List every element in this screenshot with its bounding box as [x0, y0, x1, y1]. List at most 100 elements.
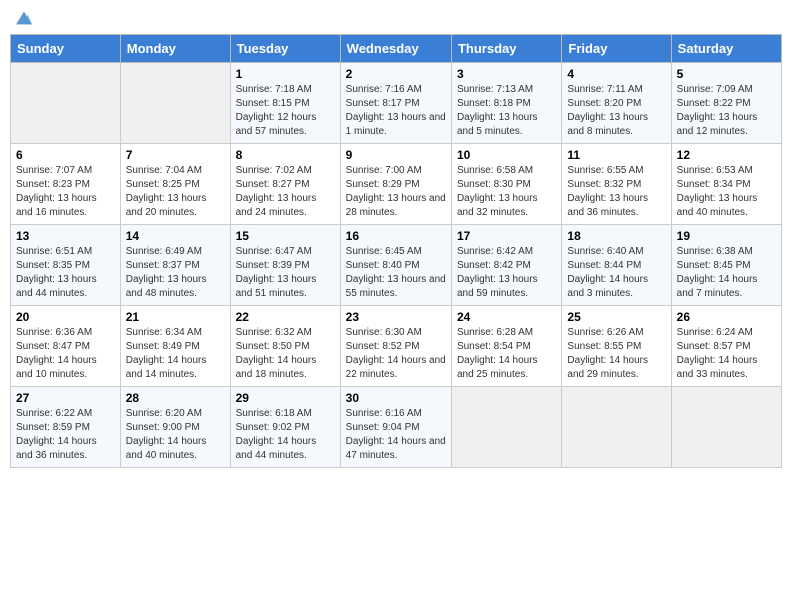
header-day: Monday: [120, 35, 230, 63]
day-number: 10: [457, 148, 556, 162]
day-number: 26: [677, 310, 776, 324]
day-number: 29: [236, 391, 335, 405]
calendar-cell: [671, 387, 781, 468]
day-number: 28: [126, 391, 225, 405]
header-row: SundayMondayTuesdayWednesdayThursdayFrid…: [11, 35, 782, 63]
calendar-week-row: 20 Sunrise: 6:36 AMSunset: 8:47 PMDayligh…: [11, 306, 782, 387]
calendar-cell: 6Sunrise: 7:07 AMSunset: 8:23 PMDaylight…: [11, 144, 121, 225]
day-number: 1: [236, 67, 335, 81]
header-day: Friday: [562, 35, 671, 63]
day-number: 11: [567, 148, 665, 162]
day-info: Sunrise: 6:53 AMSunset: 8:34 PMDaylight:…: [677, 164, 776, 220]
day-number: 9: [346, 148, 446, 162]
day-info: Sunrise: 6:32 AMSunset: 8:50 PMDaylight:…: [236, 326, 335, 382]
day-number: 15: [236, 229, 335, 243]
day-info: Sunrise: 6:38 AMSunset: 8:45 PMDaylight:…: [677, 245, 776, 301]
calendar-cell: [11, 63, 121, 144]
header-day: Sunday: [11, 35, 121, 63]
day-info: Sunrise: 6:22 AMSunset: 8:59 PMDaylight:…: [16, 407, 115, 463]
calendar-cell: 1 Sunrise: 7:18 AMSunset: 8:15 PMDaylight…: [230, 63, 340, 144]
calendar-week-row: 1 Sunrise: 7:18 AMSunset: 8:15 PMDaylight…: [11, 63, 782, 144]
calendar-cell: 2Sunrise: 7:16 AMSunset: 8:17 PMDaylight…: [340, 63, 451, 144]
page-header: [10, 10, 782, 26]
day-number: 24: [457, 310, 556, 324]
day-info: Sunrise: 6:45 AMSunset: 8:40 PMDaylight:…: [346, 245, 446, 301]
calendar-cell: [451, 387, 561, 468]
day-info: Sunrise: 6:42 AMSunset: 8:42 PMDaylight:…: [457, 245, 556, 301]
calendar-cell: 7 Sunrise: 7:04 AMSunset: 8:25 PMDaylight…: [120, 144, 230, 225]
calendar-cell: 10 Sunrise: 6:58 AMSunset: 8:30 PMDayligh…: [451, 144, 561, 225]
day-number: 4: [567, 67, 665, 81]
calendar-cell: 13 Sunrise: 6:51 AMSunset: 8:35 PMDayligh…: [11, 225, 121, 306]
calendar-cell: 3 Sunrise: 7:13 AMSunset: 8:18 PMDaylight…: [451, 63, 561, 144]
calendar-cell: 20 Sunrise: 6:36 AMSunset: 8:47 PMDayligh…: [11, 306, 121, 387]
day-number: 12: [677, 148, 776, 162]
day-number: 13: [16, 229, 115, 243]
calendar-week-row: 27Sunrise: 6:22 AMSunset: 8:59 PMDayligh…: [11, 387, 782, 468]
calendar-cell: 12 Sunrise: 6:53 AMSunset: 8:34 PMDayligh…: [671, 144, 781, 225]
calendar-cell: 22 Sunrise: 6:32 AMSunset: 8:50 PMDayligh…: [230, 306, 340, 387]
day-info: Sunrise: 7:02 AMSunset: 8:27 PMDaylight:…: [236, 164, 335, 220]
day-number: 19: [677, 229, 776, 243]
day-info: Sunrise: 6:58 AMSunset: 8:30 PMDaylight:…: [457, 164, 556, 220]
calendar-cell: 27Sunrise: 6:22 AMSunset: 8:59 PMDayligh…: [11, 387, 121, 468]
calendar-cell: 23 Sunrise: 6:30 AMSunset: 8:52 PMDayligh…: [340, 306, 451, 387]
day-info: Sunrise: 7:04 AMSunset: 8:25 PMDaylight:…: [126, 164, 225, 220]
calendar-table: SundayMondayTuesdayWednesdayThursdayFrid…: [10, 34, 782, 468]
day-info: Sunrise: 6:36 AMSunset: 8:47 PMDaylight:…: [16, 326, 115, 382]
calendar-cell: 21Sunrise: 6:34 AMSunset: 8:49 PMDayligh…: [120, 306, 230, 387]
header-day: Wednesday: [340, 35, 451, 63]
day-info: Sunrise: 7:11 AMSunset: 8:20 PMDaylight:…: [567, 83, 665, 139]
day-number: 8: [236, 148, 335, 162]
calendar-cell: 26 Sunrise: 6:24 AMSunset: 8:57 PMDayligh…: [671, 306, 781, 387]
day-info: Sunrise: 7:18 AMSunset: 8:15 PMDaylight:…: [236, 83, 335, 139]
calendar-cell: 29 Sunrise: 6:18 AMSunset: 9:02 PMDayligh…: [230, 387, 340, 468]
day-info: Sunrise: 7:13 AMSunset: 8:18 PMDaylight:…: [457, 83, 556, 139]
day-info: Sunrise: 6:47 AMSunset: 8:39 PMDaylight:…: [236, 245, 335, 301]
calendar-cell: 9Sunrise: 7:00 AMSunset: 8:29 PMDaylight…: [340, 144, 451, 225]
calendar-week-row: 6Sunrise: 7:07 AMSunset: 8:23 PMDaylight…: [11, 144, 782, 225]
calendar-cell: 28 Sunrise: 6:20 AMSunset: 9:00 PMDayligh…: [120, 387, 230, 468]
header-day: Tuesday: [230, 35, 340, 63]
day-number: 17: [457, 229, 556, 243]
logo-icon: [16, 10, 32, 26]
day-number: 16: [346, 229, 446, 243]
day-info: Sunrise: 6:18 AMSunset: 9:02 PMDaylight:…: [236, 407, 335, 463]
header-day: Thursday: [451, 35, 561, 63]
calendar-cell: [562, 387, 671, 468]
day-info: Sunrise: 6:30 AMSunset: 8:52 PMDaylight:…: [346, 326, 446, 382]
day-number: 20: [16, 310, 115, 324]
calendar-cell: 25Sunrise: 6:26 AMSunset: 8:55 PMDayligh…: [562, 306, 671, 387]
calendar-cell: 16 Sunrise: 6:45 AMSunset: 8:40 PMDayligh…: [340, 225, 451, 306]
day-number: 6: [16, 148, 115, 162]
calendar-week-row: 13 Sunrise: 6:51 AMSunset: 8:35 PMDayligh…: [11, 225, 782, 306]
calendar-cell: 19 Sunrise: 6:38 AMSunset: 8:45 PMDayligh…: [671, 225, 781, 306]
day-info: Sunrise: 7:09 AMSunset: 8:22 PMDaylight:…: [677, 83, 776, 139]
day-info: Sunrise: 6:20 AMSunset: 9:00 PMDaylight:…: [126, 407, 225, 463]
day-number: 18: [567, 229, 665, 243]
calendar-cell: 14 Sunrise: 6:49 AMSunset: 8:37 PMDayligh…: [120, 225, 230, 306]
day-info: Sunrise: 6:49 AMSunset: 8:37 PMDaylight:…: [126, 245, 225, 301]
day-number: 7: [126, 148, 225, 162]
day-number: 14: [126, 229, 225, 243]
day-info: Sunrise: 6:24 AMSunset: 8:57 PMDaylight:…: [677, 326, 776, 382]
day-number: 22: [236, 310, 335, 324]
day-info: Sunrise: 6:40 AMSunset: 8:44 PMDaylight:…: [567, 245, 665, 301]
header-day: Saturday: [671, 35, 781, 63]
day-number: 21: [126, 310, 225, 324]
day-number: 23: [346, 310, 446, 324]
day-number: 30: [346, 391, 446, 405]
calendar-cell: 5 Sunrise: 7:09 AMSunset: 8:22 PMDaylight…: [671, 63, 781, 144]
calendar-cell: 8 Sunrise: 7:02 AMSunset: 8:27 PMDaylight…: [230, 144, 340, 225]
day-number: 5: [677, 67, 776, 81]
day-number: 3: [457, 67, 556, 81]
calendar-cell: 24Sunrise: 6:28 AMSunset: 8:54 PMDayligh…: [451, 306, 561, 387]
logo: [14, 10, 32, 26]
calendar-cell: 18 Sunrise: 6:40 AMSunset: 8:44 PMDayligh…: [562, 225, 671, 306]
day-info: Sunrise: 6:16 AMSunset: 9:04 PMDaylight:…: [346, 407, 446, 463]
calendar-cell: 17 Sunrise: 6:42 AMSunset: 8:42 PMDayligh…: [451, 225, 561, 306]
day-info: Sunrise: 6:51 AMSunset: 8:35 PMDaylight:…: [16, 245, 115, 301]
calendar-cell: 30 Sunrise: 6:16 AMSunset: 9:04 PMDayligh…: [340, 387, 451, 468]
calendar-cell: 15 Sunrise: 6:47 AMSunset: 8:39 PMDayligh…: [230, 225, 340, 306]
day-number: 25: [567, 310, 665, 324]
